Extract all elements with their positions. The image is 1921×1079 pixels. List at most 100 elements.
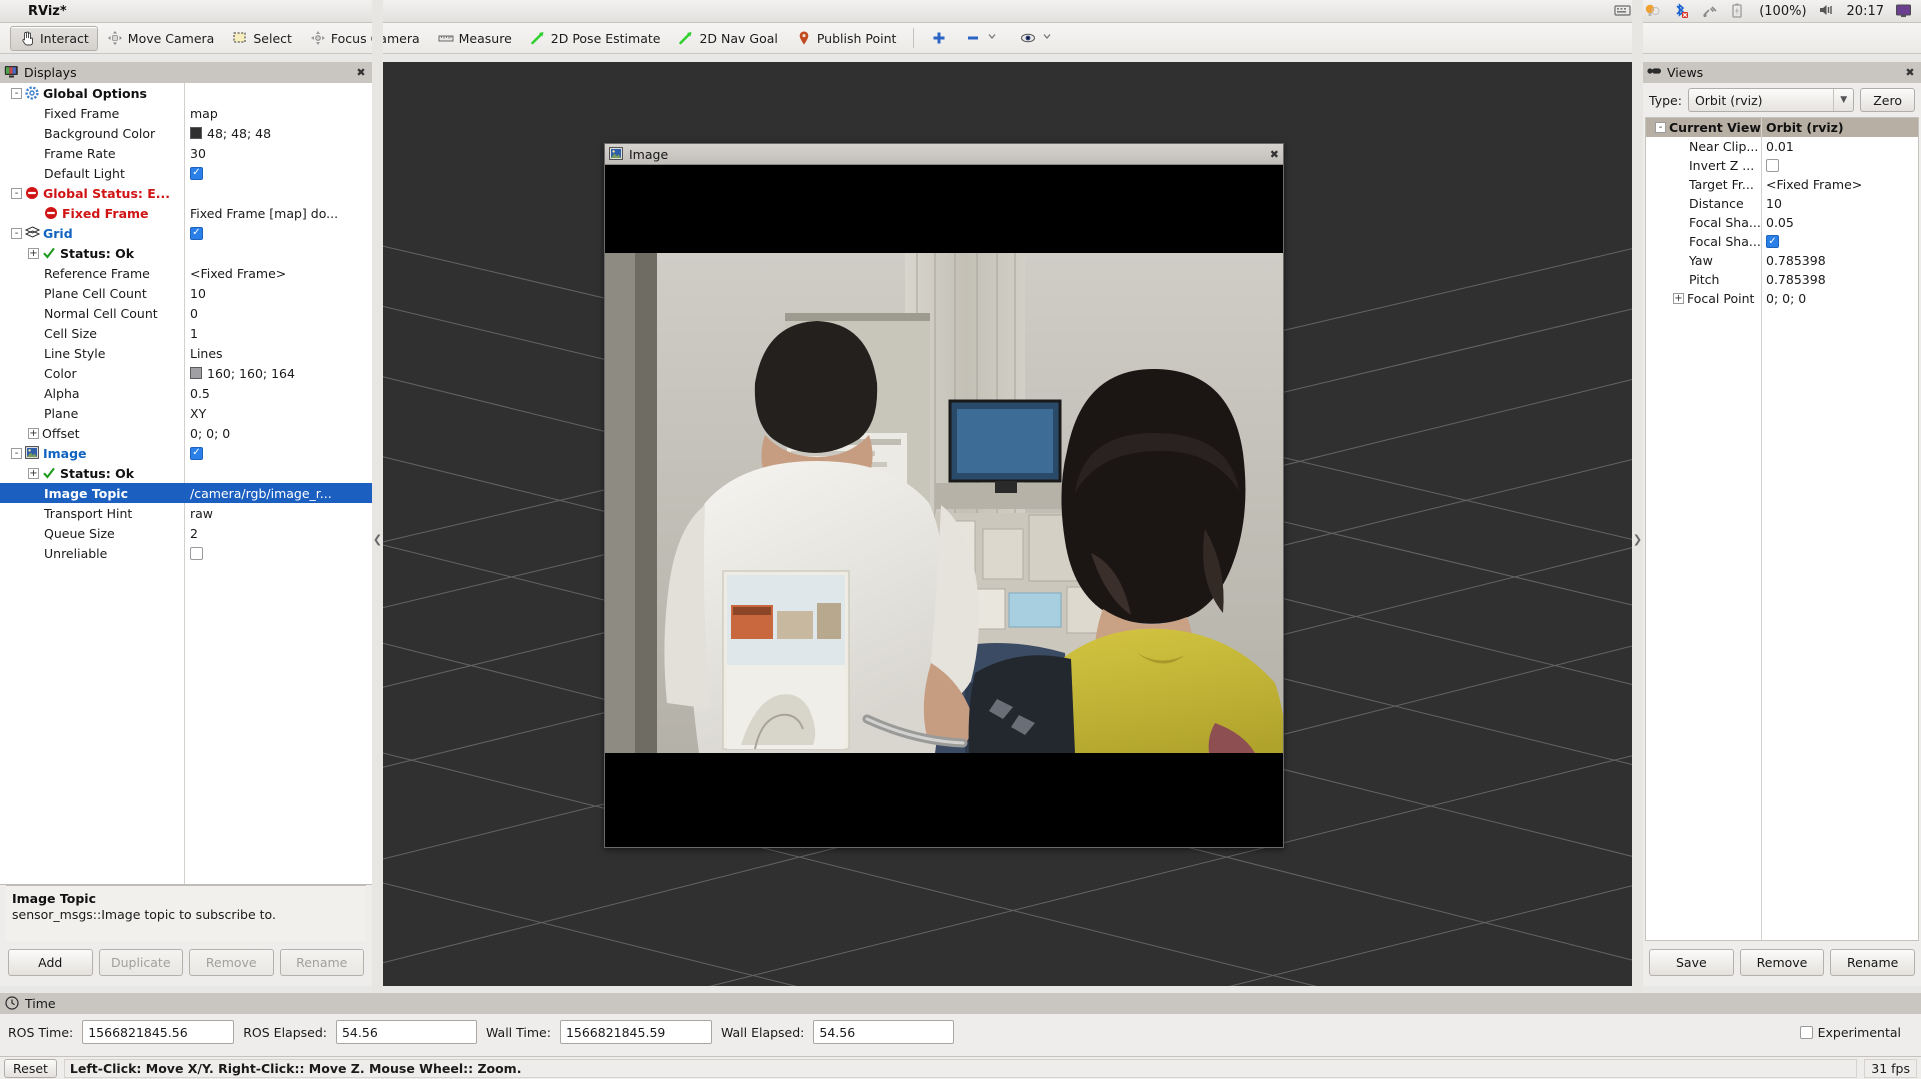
close-icon[interactable]: ✖ xyxy=(354,66,368,80)
display-row[interactable]: Unreliable xyxy=(0,543,372,563)
toolbar-button-visibility[interactable] xyxy=(1011,26,1066,51)
collapse-toggle-icon[interactable]: - xyxy=(11,227,22,239)
display-row[interactable]: + Status: Ok xyxy=(0,243,372,263)
display-row-checkbox[interactable] xyxy=(190,546,203,560)
display-row-value-cell[interactable]: 48; 48; 48 xyxy=(184,126,372,141)
display-row-value-cell[interactable]: 10 xyxy=(184,286,372,301)
view-property-row[interactable]: + Focal Point 0; 0; 0 xyxy=(1646,289,1918,308)
display-row-selected[interactable]: Image Topic/camera/rgb/image_r... xyxy=(0,483,372,503)
view-row-value-cell[interactable]: Orbit (rviz) xyxy=(1761,120,1844,135)
display-row-checkbox[interactable]: ✓ xyxy=(190,226,203,240)
display-row-value-cell[interactable]: map xyxy=(184,106,372,121)
display-row-value-cell[interactable]: 2 xyxy=(184,526,372,541)
chevron-down-icon[interactable] xyxy=(986,30,1002,46)
duplicate-button[interactable]: Duplicate xyxy=(98,949,183,976)
color-swatch[interactable] xyxy=(190,367,202,379)
display-row-checkbox[interactable]: ✓ xyxy=(190,446,203,460)
display-row-value-cell[interactable]: <Fixed Frame> xyxy=(184,266,372,281)
display-row-value-cell[interactable]: Fixed Frame [map] do... xyxy=(184,206,372,221)
view-row-value-cell[interactable]: ✓ xyxy=(1761,235,1779,248)
ros-elapsed-input[interactable]: 54.56 xyxy=(335,1020,477,1044)
battery-icon[interactable] xyxy=(1730,3,1748,19)
display-row-value-cell[interactable]: raw xyxy=(184,506,372,521)
3d-render-view[interactable]: Image ✖ xyxy=(383,62,1632,986)
display-row-value-cell[interactable]: XY xyxy=(184,406,372,421)
view-row-checkbox[interactable]: ✓ xyxy=(1766,235,1779,248)
display-row-value-cell[interactable]: 0; 0; 0 xyxy=(184,426,372,441)
display-row-value-cell[interactable]: 160; 160; 164 xyxy=(184,366,372,381)
view-row-value-cell[interactable]: <Fixed Frame> xyxy=(1761,177,1862,192)
power-plug-icon[interactable] xyxy=(1701,3,1719,19)
display-row[interactable]: Normal Cell Count 0 xyxy=(0,303,372,323)
display-row[interactable]: Transport Hint raw xyxy=(0,503,372,523)
view-property-row[interactable]: Target Fr... <Fixed Frame> xyxy=(1646,175,1918,194)
views-tree[interactable]: - Current View Orbit (rviz) Near Clip... 0.0… xyxy=(1645,117,1919,941)
display-row-value-cell[interactable]: 0 xyxy=(184,306,372,321)
collapse-toggle-icon[interactable]: - xyxy=(11,187,22,199)
toolbar-button-2d-pose-estimate[interactable]: 2D Pose Estimate xyxy=(521,26,670,51)
display-row[interactable]: Background Color 48; 48; 48 xyxy=(0,123,372,143)
display-row[interactable]: Alpha 0.5 xyxy=(0,383,372,403)
view-row-value-cell[interactable]: 0; 0; 0 xyxy=(1761,291,1806,306)
toolbar-button-interact[interactable]: Interact xyxy=(10,25,98,51)
image-display-window[interactable]: Image ✖ xyxy=(604,143,1284,848)
wall-elapsed-input[interactable]: 54.56 xyxy=(813,1020,955,1044)
wall-time-input[interactable]: 1566821845.59 xyxy=(559,1020,712,1044)
display-row[interactable]: - Global Options xyxy=(0,83,372,103)
image-window-titlebar[interactable]: Image ✖ xyxy=(605,144,1283,165)
display-row-value-cell[interactable]: ✓ xyxy=(184,446,372,460)
display-row[interactable]: - Global Status: E... xyxy=(0,183,372,203)
display-row[interactable]: Fixed Frame Fixed Frame [map] do... xyxy=(0,203,372,223)
chevron-down-icon[interactable] xyxy=(1041,30,1057,46)
toolbar-button-remove-tool[interactable] xyxy=(956,26,1011,51)
right-splitter-handle[interactable]: ❯ xyxy=(1632,0,1643,1079)
displays-tree[interactable]: - Global Options Fixed Frame map Background … xyxy=(0,83,372,885)
display-row[interactable]: - Grid ✓ xyxy=(0,223,372,243)
display-row-value-cell[interactable]: 30 xyxy=(184,146,372,161)
view-property-row[interactable]: Focal Sha... 0.05 xyxy=(1646,213,1918,232)
view-property-row[interactable]: - Current View Orbit (rviz) xyxy=(1646,118,1918,137)
expand-toggle-icon[interactable]: + xyxy=(28,247,39,259)
display-row[interactable]: Frame Rate 30 xyxy=(0,143,372,163)
view-property-row[interactable]: Pitch 0.785398 xyxy=(1646,270,1918,289)
toolbar-button-publish-point[interactable]: Publish Point xyxy=(787,26,906,51)
bluetooth-disabled-icon[interactable] xyxy=(1672,3,1690,19)
display-row[interactable]: - Image ✓ xyxy=(0,443,372,463)
display-row[interactable]: Plane Cell Count 10 xyxy=(0,283,372,303)
view-type-select[interactable]: Orbit (rviz) ▼ xyxy=(1687,88,1855,112)
expand-toggle-icon[interactable]: + xyxy=(28,427,39,439)
display-row[interactable]: + Offset 0; 0; 0 xyxy=(0,423,372,443)
display-row-value-cell[interactable]: 0.5 xyxy=(184,386,372,401)
display-row-value-cell[interactable]: /camera/rgb/image_r... xyxy=(184,486,372,501)
view-row-value-cell[interactable] xyxy=(1761,159,1779,172)
display-row-checkbox[interactable]: ✓ xyxy=(190,166,203,180)
display-row-value-cell[interactable]: 1 xyxy=(184,326,372,341)
view-row-value-cell[interactable]: 0.785398 xyxy=(1761,253,1826,268)
toolbar-button-measure[interactable]: Measure xyxy=(429,26,521,51)
toolbar-button-move-camera[interactable]: Move Camera xyxy=(98,26,224,51)
expand-toggle-icon[interactable]: + xyxy=(1673,293,1684,304)
left-splitter-handle[interactable]: ❮ xyxy=(372,0,383,1079)
view-property-row[interactable]: Distance 10 xyxy=(1646,194,1918,213)
experimental-checkbox[interactable] xyxy=(1799,1025,1813,1039)
ros-time-input[interactable]: 1566821845.56 xyxy=(82,1020,235,1044)
color-swatch[interactable] xyxy=(190,127,202,139)
rename-view-button[interactable]: Rename xyxy=(1830,949,1916,976)
view-property-row[interactable]: Yaw 0.785398 xyxy=(1646,251,1918,270)
display-row[interactable]: + Status: Ok xyxy=(0,463,372,483)
toolbar-button-focus-camera[interactable]: Focus Camera xyxy=(301,26,429,51)
display-row-value-cell[interactable]: ✓ xyxy=(184,226,372,240)
system-clock[interactable]: 20:17 xyxy=(1847,4,1884,19)
toolbar-button-select[interactable]: Select xyxy=(223,26,301,51)
display-icon[interactable] xyxy=(1895,3,1913,19)
view-row-checkbox[interactable] xyxy=(1766,159,1779,172)
display-row-value-cell[interactable]: ✓ xyxy=(184,166,372,180)
close-icon[interactable]: ✖ xyxy=(1903,66,1917,80)
view-row-value-cell[interactable]: 0.785398 xyxy=(1761,272,1826,287)
display-row-value-cell[interactable] xyxy=(184,546,372,560)
view-row-value-cell[interactable]: 0.05 xyxy=(1761,215,1794,230)
toolbar-button-2d-nav-goal[interactable]: 2D Nav Goal xyxy=(669,26,786,51)
rename-button[interactable]: Rename xyxy=(279,949,364,976)
collapse-toggle-icon[interactable]: - xyxy=(11,447,22,459)
brightness-icon[interactable] xyxy=(1643,3,1661,19)
